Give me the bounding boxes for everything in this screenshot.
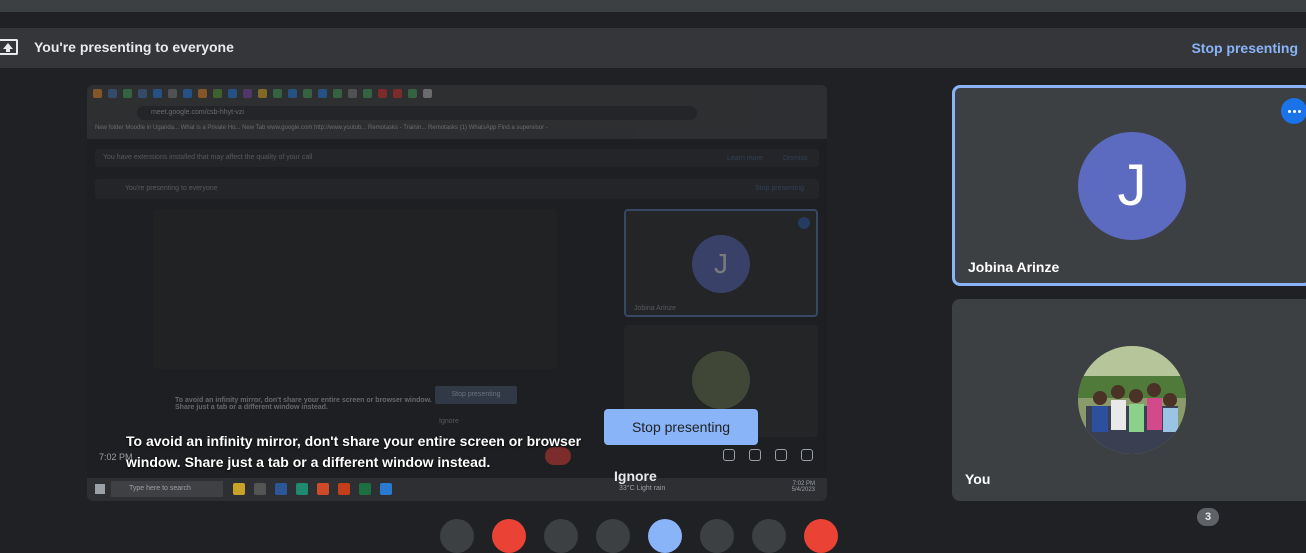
taskbar-apps: [233, 483, 392, 495]
meeting-controls: [440, 519, 838, 553]
present-to-all-icon: [0, 39, 18, 55]
taskbar-search: Type here to search: [111, 481, 223, 497]
participant-name: You: [965, 471, 991, 487]
leave-call-button[interactable]: [804, 519, 838, 553]
browser-url-bar: meet.google.com/csb-hhyt-vzi: [137, 106, 697, 120]
app-icon: [317, 483, 329, 495]
control-button[interactable]: [752, 519, 786, 553]
extensions-notice: You have extensions installed that may a…: [95, 149, 819, 167]
control-button[interactable]: [544, 519, 578, 553]
presenting-banner: You're presenting to everyone Stop prese…: [0, 28, 1306, 68]
mic-off-button[interactable]: [492, 519, 526, 553]
browser-chrome: meet.google.com/csb-hhyt-vzi New folder …: [87, 85, 827, 139]
app-icon: [254, 483, 266, 495]
tray-date: 5/4/2023: [791, 487, 815, 493]
top-strip: [0, 0, 1306, 12]
inner-tile-name: Jobina Arinze: [634, 305, 677, 312]
bookmarks-bar: New folder Moodle in Uganda... What is a…: [95, 125, 548, 131]
control-button[interactable]: [440, 519, 474, 553]
inner-photo: [692, 351, 750, 409]
taskbar-tray: 7:02 PM 5/4/2023: [792, 481, 815, 493]
participant-avatar: J: [1078, 132, 1186, 240]
banner-title: You're presenting to everyone: [34, 39, 234, 55]
nested-mirror: [153, 209, 557, 369]
learn-more-link: Learn more: [727, 155, 763, 162]
ignore-button[interactable]: Ignore: [614, 468, 657, 484]
group-photo-avatar: [1078, 346, 1186, 454]
inner-stop-link: Stop presenting: [755, 185, 805, 192]
inner-ignore: Ignore: [439, 418, 459, 425]
windows-start-icon: [95, 484, 105, 494]
stop-presenting-link[interactable]: Stop presenting: [1191, 40, 1298, 56]
people-icon: [749, 449, 761, 461]
app-icon: [296, 483, 308, 495]
participant-count-badge: 3: [1197, 508, 1219, 526]
app-icon: [359, 483, 371, 495]
present-button[interactable]: [648, 519, 682, 553]
stop-presenting-button[interactable]: Stop presenting: [604, 409, 758, 445]
inner-more-icon: [798, 217, 810, 229]
more-options-icon[interactable]: [1281, 98, 1306, 124]
participant-tile-you[interactable]: You: [952, 299, 1306, 501]
taskbar-weather: 33°C Light rain: [619, 485, 666, 492]
app-icon: [338, 483, 350, 495]
inner-tile-jobina: J Jobina Arinze: [624, 209, 818, 317]
windows-taskbar: Type here to search 33°C Light rain 7:02…: [87, 478, 827, 501]
inner-warning-text: To avoid an infinity mirror, don't share…: [175, 397, 432, 411]
app-icon: [380, 483, 392, 495]
control-button[interactable]: [700, 519, 734, 553]
app-icon: [233, 483, 245, 495]
participant-name: Jobina Arinze: [968, 259, 1060, 275]
infinity-mirror-warning: To avoid an infinity mirror, don't share…: [126, 433, 582, 470]
activities-icon: [801, 449, 813, 461]
browser-tab-strip: [93, 89, 432, 98]
info-icon: [723, 449, 735, 461]
inner-avatar: J: [692, 235, 750, 293]
inner-presenting-notice: You're presenting to everyone: [95, 179, 819, 199]
dismiss-link: Dismiss: [783, 155, 808, 162]
app-icon: [275, 483, 287, 495]
inner-meeting-controls: [723, 449, 813, 461]
inner-stop-button: Stop presenting: [435, 386, 517, 404]
chat-icon: [775, 449, 787, 461]
control-button[interactable]: [596, 519, 630, 553]
participant-tile-jobina[interactable]: J Jobina Arinze: [952, 85, 1306, 286]
